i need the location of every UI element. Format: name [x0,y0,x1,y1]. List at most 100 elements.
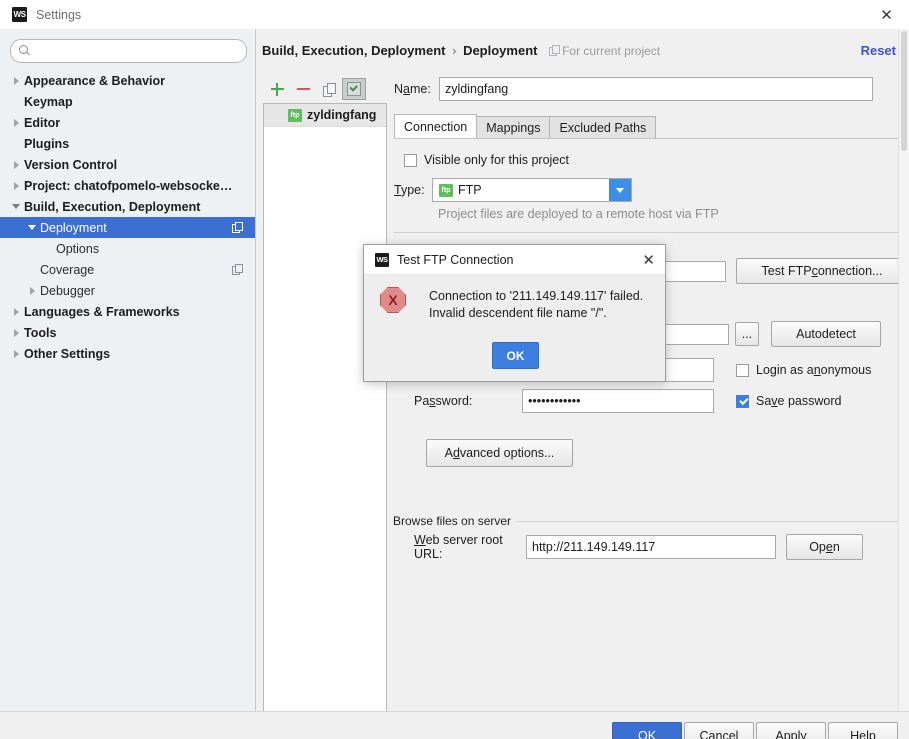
sidebar-item-build-execution-deployment[interactable]: Build, Execution, Deployment [0,196,255,217]
sidebar-item-plugins[interactable]: Plugins [0,133,255,154]
arrow-glyph [13,76,19,85]
settings-tree: Appearance & Behavior Keymap Editor Plugins… [0,70,255,364]
ok-button[interactable]: OK [612,722,682,739]
cancel-button[interactable]: Cancel [684,722,754,739]
scrollbar-thumb[interactable] [901,31,907,151]
save-password-checkbox[interactable] [736,394,749,408]
breadcrumb-root[interactable]: Build, Execution, Deployment [262,43,445,58]
sidebar-item-other-settings[interactable]: Other Settings [0,343,255,364]
content-scrollbar[interactable] [898,29,909,711]
chevron-right-icon[interactable] [8,76,24,85]
password-row: Password: Save password [414,389,841,413]
dialog-message-line1: Connection to '211.149.149.117' failed. [429,289,644,303]
window-title: Settings [36,7,82,22]
sidebar-item-deployment[interactable]: Deployment [0,217,255,238]
copy-icon [323,82,336,97]
sidebar-item-label: Build, Execution, Deployment [24,199,201,214]
dialog-ok-button[interactable]: OK [492,342,539,369]
dialog-close-icon[interactable]: ✕ [642,251,655,269]
login-anonymous-checkbox[interactable] [736,363,749,377]
browse-root-button[interactable]: ... [735,322,759,346]
tab-connection[interactable]: Connection [394,114,478,138]
tabs-underline [394,138,899,139]
sidebar-item-tools[interactable]: Tools [0,322,255,343]
search-box[interactable] [10,39,247,63]
sidebar-item-project-chatofpomelo-websocke[interactable]: Project: chatofpomelo-websocke… [0,175,255,196]
arrow-glyph [13,160,19,169]
use-as-default-button[interactable] [342,78,366,100]
password-input[interactable] [522,389,714,413]
test-connection-button[interactable]: Test FTP c onnection... [736,258,908,284]
browse-group-label: Browse files on server [393,514,512,528]
window-titlebar: WS Settings ✕ [0,0,909,30]
web-root-input[interactable] [526,535,776,559]
dialog-titlebar: WS Test FTP Connection ✕ [364,245,665,275]
advanced-options-button[interactable]: Ad vanced options... [426,439,573,467]
type-value: FTP [458,183,482,197]
name-input[interactable] [439,77,873,101]
chevron-down-icon[interactable] [609,179,631,201]
minus-icon [296,88,310,90]
deployment-list-toolbar [264,77,388,101]
tab-mappings[interactable]: Mappings [476,116,551,138]
sidebar-item-editor[interactable]: Editor [0,112,255,133]
open-url-button[interactable]: Op e n [786,534,863,560]
sidebar-item-keymap[interactable]: Keymap [0,91,255,112]
deployment-server-list[interactable]: ftp zyldingfang [263,103,387,723]
chevron-down-icon[interactable] [8,204,24,209]
visible-only-checkbox[interactable] [404,153,417,167]
type-combobox[interactable]: ftp FTP [432,178,632,202]
ftp-icon: ftp [288,108,302,122]
sidebar-item-coverage[interactable]: Coverage [0,259,255,280]
arrow-glyph [13,349,19,358]
web-root-label: Web server root URL: [414,533,503,561]
chevron-right-icon[interactable] [8,349,24,358]
project-scope-icon [232,264,243,275]
chevron-right-icon[interactable] [8,118,24,127]
chevron-down-icon[interactable] [24,225,40,230]
remove-server-button[interactable] [290,78,316,100]
close-icon[interactable]: ✕ [864,0,909,29]
visible-only-row[interactable]: Visible only for this project [404,153,569,167]
dialog-title: Test FTP Connection [397,252,514,267]
sidebar-item-appearance-behavior[interactable]: Appearance & Behavior [0,70,255,91]
apply-button[interactable]: Apply [756,722,826,739]
arrow-glyph [28,225,36,230]
sidebar-item-debugger[interactable]: Debugger [0,280,255,301]
connection-separator [394,232,899,233]
list-item-label: zyldingfang [307,108,377,122]
login-anonymous-label: Login as anonymous [756,363,872,377]
add-server-button[interactable] [264,78,290,100]
name-label: Name: [394,82,431,96]
sidebar-item-label: Version Control [24,157,118,172]
help-button[interactable]: Help [828,722,898,739]
default-check-icon [347,82,361,96]
list-item[interactable]: ftp zyldingfang [264,104,386,127]
sidebar-item-languages-frameworks[interactable]: Languages & Frameworks [0,301,255,322]
copy-server-button[interactable] [316,78,342,100]
settings-sidebar: Appearance & Behavior Keymap Editor Plugins… [0,29,256,711]
arrow-glyph [13,181,19,190]
autodetect-button[interactable]: Autodetect [771,321,881,347]
chevron-right-icon[interactable] [24,286,40,295]
search-icon [19,45,31,57]
type-row: Type: ftp FTP [394,178,632,202]
sidebar-item-label: Deployment [40,220,107,235]
group-divider [517,520,898,522]
chevron-right-icon[interactable] [8,328,24,337]
tab-excluded-paths[interactable]: Excluded Paths [549,116,657,138]
arrow-glyph [13,118,19,127]
reset-link[interactable]: Reset [861,43,896,58]
arrow-glyph [12,204,20,209]
chevron-right-icon[interactable] [8,181,24,190]
webstorm-logo-icon: WS [12,7,27,22]
chevron-right-icon[interactable] [8,160,24,169]
dialog-message-line2: Invalid descendent file name "/". [429,306,607,320]
sidebar-item-version-control[interactable]: Version Control [0,154,255,175]
visible-only-label: Visible only for this project [424,153,569,167]
search-input[interactable] [36,43,238,59]
sidebar-item-label: Coverage [40,262,95,277]
chevron-right-icon[interactable] [8,307,24,316]
sidebar-item-options[interactable]: Options [0,238,255,259]
sidebar-item-label: Editor [24,115,61,130]
